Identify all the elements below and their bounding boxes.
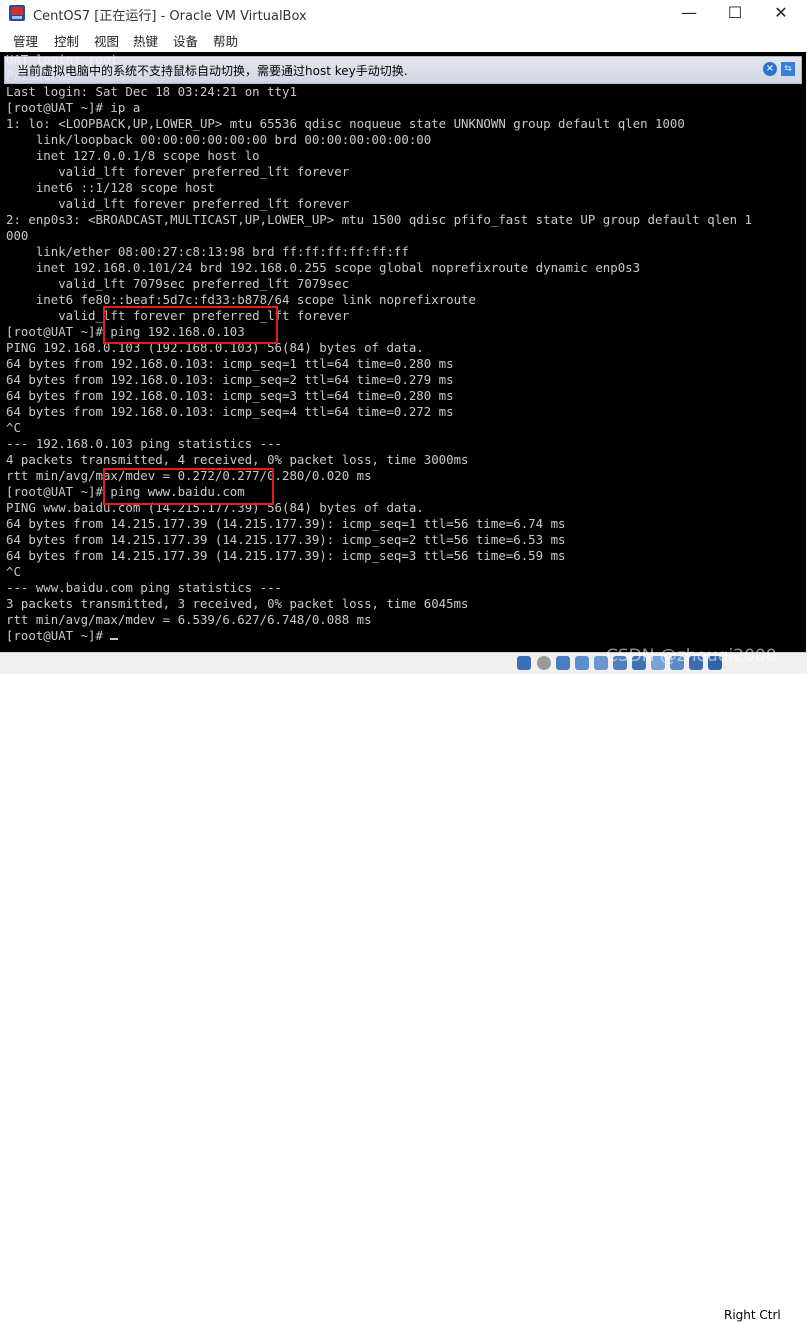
terminal-line: 64 bytes from 14.215.177.39 (14.215.177.… <box>6 532 566 547</box>
menu-manage[interactable]: 管理 <box>13 31 38 50</box>
shared-folder-icon[interactable] <box>575 656 589 670</box>
terminal-line: valid_lft forever preferred_lft forever <box>6 164 350 179</box>
terminal-line: rtt min/avg/max/mdev = 6.539/6.627/6.748… <box>6 612 372 627</box>
notice-text: 当前虚拟电脑中的系统不支持鼠标自动切换，需要通过host key手动切换. <box>17 64 408 78</box>
terminal-line: 4 packets transmitted, 4 received, 0% pa… <box>6 452 469 467</box>
terminal-line: link/ether 08:00:27:c8:13:98 brd ff:ff:f… <box>6 244 409 259</box>
csdn-watermark: CSDN @zhouqi2000 <box>606 646 777 666</box>
highlight-ping-baidu-command <box>103 468 274 505</box>
terminal-line: Last login: Sat Dec 18 03:24:21 on tty1 <box>6 84 297 99</box>
terminal-line: ^C <box>6 420 21 435</box>
terminal-line: --- 192.168.0.103 ping statistics --- <box>6 436 283 451</box>
window-title-bar[interactable]: CentOS7 [正在运行] - Oracle VM VirtualBox — … <box>0 0 807 27</box>
optical-drive-icon[interactable] <box>537 656 551 670</box>
host-key-label: Right Ctrl <box>724 1308 781 1322</box>
menu-hotkey[interactable]: 热键 <box>133 31 158 50</box>
terminal-line: 2: enp0s3: <BROADCAST,MULTICAST,UP,LOWER… <box>6 212 752 227</box>
terminal-line: inet6 ::1/128 scope host <box>6 180 215 195</box>
terminal-line: 64 bytes from 14.215.177.39 (14.215.177.… <box>6 548 566 563</box>
terminal-line: link/loopback 00:00:00:00:00:00 brd 00:0… <box>6 132 432 147</box>
terminal-line: [root@UAT ~]# <box>6 628 752 644</box>
terminal-line: 64 bytes from 192.168.0.103: icmp_seq=3 … <box>6 388 454 403</box>
close-notice-icon[interactable]: × <box>763 62 777 76</box>
terminal-line: valid_lft forever preferred_lft forever <box>6 196 350 211</box>
hard-disk-icon[interactable] <box>517 656 531 670</box>
menu-devices[interactable]: 设备 <box>173 31 198 50</box>
minimize-button[interactable]: — <box>666 0 712 27</box>
terminal-line: 64 bytes from 192.168.0.103: icmp_seq=4 … <box>6 404 454 419</box>
menu-help[interactable]: 帮助 <box>213 31 238 50</box>
terminal-line: 64 bytes from 192.168.0.103: icmp_seq=1 … <box>6 356 454 371</box>
maximize-button[interactable]: ☐ <box>712 0 758 27</box>
highlight-ping-lan-command <box>103 306 278 344</box>
terminal-line: 64 bytes from 192.168.0.103: icmp_seq=2 … <box>6 372 454 387</box>
terminal-line: ^C <box>6 564 21 579</box>
close-window-button[interactable]: ✕ <box>758 0 804 27</box>
window-title: CentOS7 [正在运行] - Oracle VM VirtualBox <box>33 9 307 24</box>
usb-icon[interactable] <box>556 656 570 670</box>
terminal-cursor <box>110 638 119 640</box>
terminal-line: 3 packets transmitted, 3 received, 0% pa… <box>6 596 469 611</box>
mouse-integration-notice: 当前虚拟电脑中的系统不支持鼠标自动切换，需要通过host key手动切换. × … <box>4 56 802 84</box>
terminal-line: [root@UAT ~]# ip a <box>6 100 141 115</box>
menu-view[interactable]: 视图 <box>94 31 119 50</box>
virtualbox-app-icon <box>9 5 25 21</box>
terminal-line: --- www.baidu.com ping statistics --- <box>6 580 283 595</box>
terminal-line: 1: lo: <LOOPBACK,UP,LOWER_UP> mtu 65536 … <box>6 116 685 131</box>
menu-control[interactable]: 控制 <box>54 31 79 50</box>
terminal-line: inet 192.168.0.101/24 brd 192.168.0.255 … <box>6 260 641 275</box>
terminal-line: inet 127.0.0.1/8 scope host lo <box>6 148 260 163</box>
terminal-line: 64 bytes from 14.215.177.39 (14.215.177.… <box>6 516 566 531</box>
terminal-line: valid_lft 7079sec preferred_lft 7079sec <box>6 276 350 291</box>
toggle-notice-icon[interactable]: ⇆ <box>781 62 795 76</box>
terminal-line: 000 <box>6 228 29 243</box>
vm-console-screen[interactable]: UAT login: rootPassword:Last login: Sat … <box>0 52 806 652</box>
menu-bar: 管理 控制 视图 热键 设备 帮助 <box>0 27 807 53</box>
terminal-output: UAT login: rootPassword:Last login: Sat … <box>6 52 752 644</box>
